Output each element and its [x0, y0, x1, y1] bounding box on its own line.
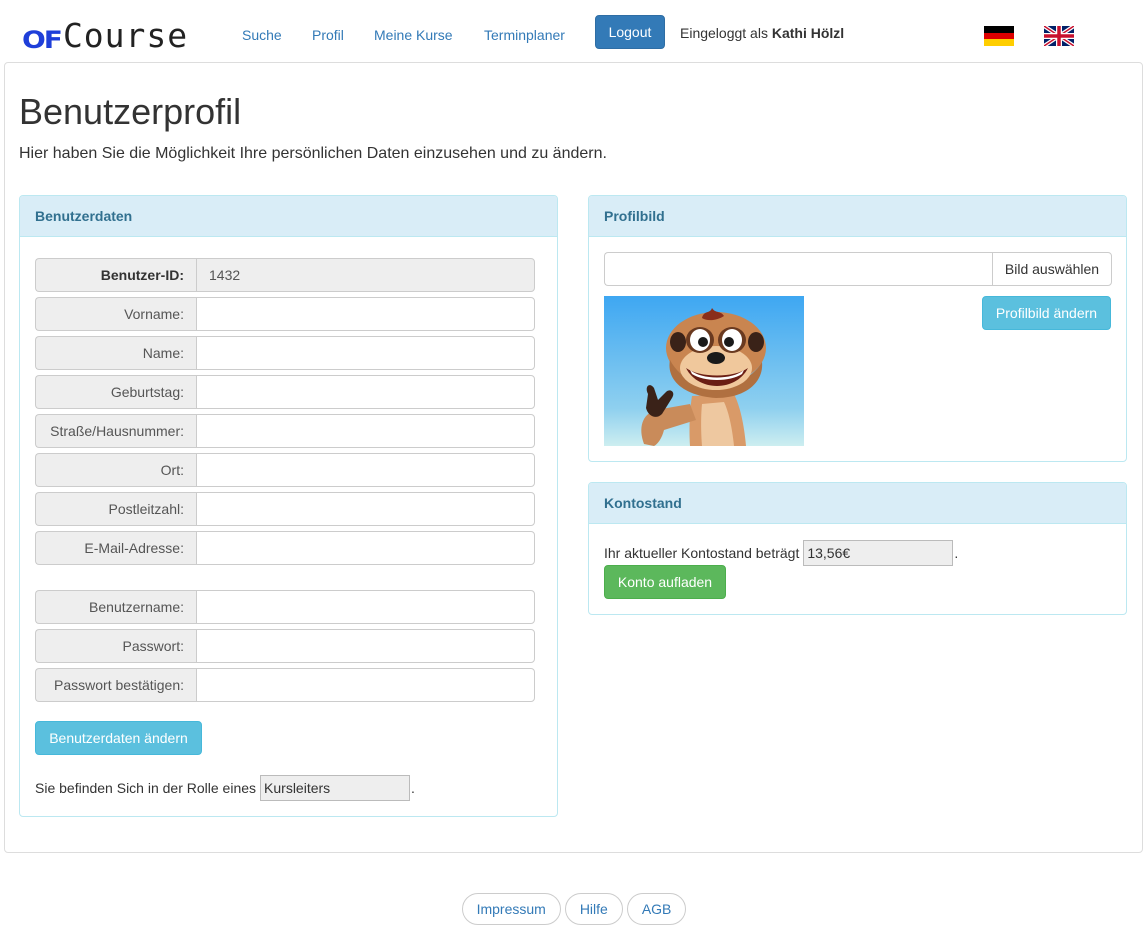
update-userdata-button[interactable]: Benutzerdaten ändern [35, 721, 202, 755]
birthday-label: Geburtstag: [35, 375, 196, 409]
user-id-label: Benutzer-ID: [35, 258, 196, 292]
lastname-label: Name: [35, 336, 196, 370]
role-line: Sie befinden Sich in der Rolle eines Kur… [35, 775, 415, 801]
lastname-input[interactable] [196, 336, 535, 370]
file-path-input[interactable] [604, 252, 992, 286]
login-info: Eingeloggt als Kathi Hölzl [680, 25, 844, 41]
account-balance-panel: Kontostand Ihr aktueller Kontostand betr… [588, 482, 1127, 615]
choose-image-button[interactable]: Bild auswählen [992, 252, 1112, 286]
footer-link-hilfe[interactable]: Hilfe [564, 893, 623, 925]
balance-amount-field: 13,56€ [803, 540, 954, 566]
balance-suffix: . [954, 545, 959, 561]
role-suffix: . [411, 780, 415, 796]
balance-prefix: Ihr aktueller Kontostand beträgt [604, 545, 800, 561]
logo-prefix: OF [22, 25, 63, 54]
lastname-group: Name: [35, 336, 535, 370]
firstname-input[interactable] [196, 297, 535, 331]
role-field: Kursleiters [260, 775, 411, 801]
street-input[interactable] [196, 414, 535, 448]
birthday-group: Geburtstag: [35, 375, 535, 409]
profile-picture-panel: Profilbild Bild auswählen Profilbild änd… [588, 195, 1127, 462]
city-group: Ort: [35, 453, 535, 487]
username-label: Benutzername: [35, 590, 196, 624]
username-input[interactable] [196, 590, 535, 624]
page-lead: Hier haben Sie die Möglichkeit Ihre pers… [19, 145, 607, 162]
firstname-label: Vorname: [35, 297, 196, 331]
city-input[interactable] [196, 453, 535, 487]
username-group: Benutzername: [35, 590, 535, 624]
topup-account-button[interactable]: Konto aufladen [604, 565, 726, 599]
nav-link-profil[interactable]: Profil [312, 27, 344, 43]
password-group: Passwort: [35, 629, 535, 663]
firstname-group: Vorname: [35, 297, 535, 331]
password-label: Passwort: [35, 629, 196, 663]
birthday-input[interactable] [196, 375, 535, 409]
logout-button[interactable]: Logout [595, 15, 665, 49]
user-data-heading: Benutzerdaten [20, 196, 557, 237]
password-confirm-group: Passwort bestätigen: [35, 668, 535, 702]
meerkat-avatar-image [604, 296, 804, 446]
change-picture-button[interactable]: Profilbild ändern [982, 296, 1111, 330]
top-navbar: OF Course Suche Profil Meine Kurse Termi… [0, 0, 1148, 62]
email-group: E-Mail-Adresse: [35, 531, 535, 565]
login-username: Kathi Hölzl [771, 25, 845, 41]
email-label: E-Mail-Adresse: [35, 531, 196, 565]
street-label: Straße/Hausnummer: [35, 414, 196, 448]
role-prefix: Sie befinden Sich in der Rolle eines [35, 780, 257, 796]
user-id-field: 1432 [196, 258, 535, 292]
user-data-panel: Benutzerdaten Benutzer-ID: 1432 Vorname:… [19, 195, 558, 817]
footer-link-impressum[interactable]: Impressum [461, 893, 561, 925]
page-title: Benutzerprofil [19, 91, 242, 132]
zip-input[interactable] [196, 492, 535, 526]
user-id-group: Benutzer-ID: 1432 [35, 258, 535, 292]
password-confirm-input[interactable] [196, 668, 535, 702]
email-input[interactable] [196, 531, 535, 565]
profile-picture-heading: Profilbild [589, 196, 1126, 237]
de-flag-icon[interactable] [984, 26, 1014, 46]
footer: Impressum Hilfe AGB [0, 893, 1148, 925]
password-confirm-label: Passwort bestätigen: [35, 668, 196, 702]
uk-flag-icon[interactable] [1044, 26, 1074, 46]
password-input[interactable] [196, 629, 535, 663]
ofcourse-logo[interactable]: OF Course [22, 18, 188, 52]
street-group: Straße/Hausnummer: [35, 414, 535, 448]
balance-line: Ihr aktueller Kontostand beträgt 13,56€ … [604, 540, 958, 566]
login-prefix: Eingeloggt als [680, 25, 768, 41]
zip-group: Postleitzahl: [35, 492, 535, 526]
city-label: Ort: [35, 453, 196, 487]
account-balance-heading: Kontostand [589, 483, 1126, 524]
logo-text: Course [62, 16, 189, 55]
footer-link-agb[interactable]: AGB [626, 893, 687, 925]
zip-label: Postleitzahl: [35, 492, 196, 526]
nav-link-suche[interactable]: Suche [242, 27, 282, 43]
nav-link-terminplaner[interactable]: Terminplaner [484, 27, 565, 43]
nav-link-meine-kurse[interactable]: Meine Kurse [374, 27, 453, 43]
